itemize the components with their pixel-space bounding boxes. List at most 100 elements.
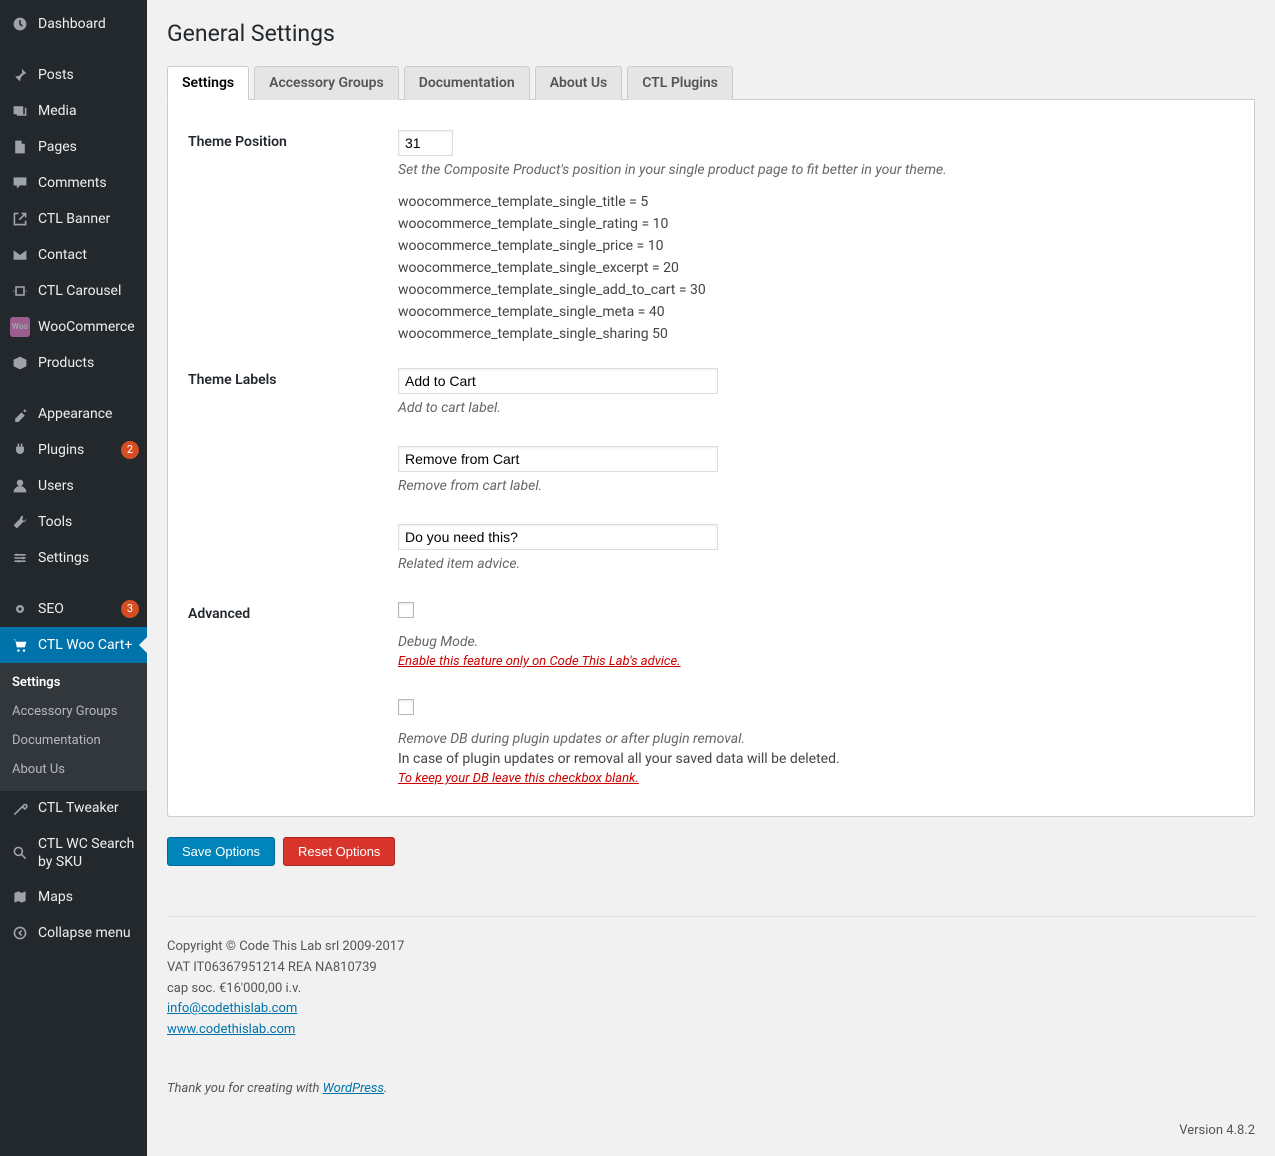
reset-button[interactable]: Reset Options bbox=[283, 837, 395, 866]
dashboard-icon bbox=[10, 14, 30, 34]
sidebar-submenu: SettingsAccessory GroupsDocumentationAbo… bbox=[0, 663, 147, 791]
save-button[interactable]: Save Options bbox=[167, 837, 275, 866]
tab-accessory-groups[interactable]: Accessory Groups bbox=[254, 66, 399, 100]
footer-thankyou: Thank you for creating with WordPress. bbox=[167, 1081, 1255, 1096]
footer-version: Version 4.8.2 bbox=[1179, 1123, 1255, 1138]
footer-cap: cap soc. €16'000,00 i.v. bbox=[167, 979, 1255, 1000]
hook-entry: woocommerce_template_single_meta = 40 bbox=[398, 304, 1234, 320]
sidebar-item-label: Maps bbox=[38, 888, 139, 906]
debug-mode-desc: Debug Mode. bbox=[398, 634, 1234, 650]
cart-icon bbox=[10, 635, 30, 655]
badge: 3 bbox=[121, 600, 139, 618]
sidebar-item-settings[interactable]: Settings bbox=[0, 540, 147, 576]
sidebar-item-posts[interactable]: Posts bbox=[0, 57, 147, 93]
tab-documentation[interactable]: Documentation bbox=[404, 66, 530, 100]
footer-email-link[interactable]: info@codethislab.com bbox=[167, 1001, 297, 1016]
settings-tabs: SettingsAccessory GroupsDocumentationAbo… bbox=[167, 65, 1255, 100]
row-theme-position: Theme Position Set the Composite Product… bbox=[188, 120, 1234, 358]
carousel-icon bbox=[10, 281, 30, 301]
advanced-label: Advanced bbox=[188, 602, 398, 786]
footer-vat: VAT IT06367951214 REA NA810739 bbox=[167, 958, 1255, 979]
sidebar-item-label: Products bbox=[38, 354, 139, 372]
wordpress-link[interactable]: WordPress bbox=[323, 1081, 384, 1096]
pages-icon bbox=[10, 137, 30, 157]
tweaker-icon bbox=[10, 799, 30, 819]
tab-settings[interactable]: Settings bbox=[167, 66, 249, 100]
tab-ctl-plugins[interactable]: CTL Plugins bbox=[627, 66, 733, 100]
sidebar-item-ctl-woo-cart-[interactable]: CTL Woo Cart+ bbox=[0, 627, 147, 663]
products-icon bbox=[10, 353, 30, 373]
sidebar-item-media[interactable]: Media bbox=[0, 93, 147, 129]
remove-db-note: In case of plugin updates or removal all… bbox=[398, 751, 1234, 767]
main-content: General Settings SettingsAccessory Group… bbox=[147, 0, 1275, 1156]
footer-info: Copyright © Code This Lab srl 2009-2017 … bbox=[167, 937, 1255, 1041]
pin-icon bbox=[10, 65, 30, 85]
hook-entry: woocommerce_template_single_add_to_cart … bbox=[398, 282, 1234, 298]
sidebar-item-label: Appearance bbox=[38, 405, 139, 423]
hook-entry: woocommerce_template_single_title = 5 bbox=[398, 194, 1234, 210]
remove-db-desc: Remove DB during plugin updates or after… bbox=[398, 731, 1234, 747]
sidebar-item-label: CTL Banner bbox=[38, 210, 139, 228]
sidebar-item-woocommerce[interactable]: WooWooCommerce bbox=[0, 309, 147, 345]
sidebar-item-ctl-banner[interactable]: CTL Banner bbox=[0, 201, 147, 237]
footer-copyright: Copyright © Code This Lab srl 2009-2017 bbox=[167, 937, 1255, 958]
debug-mode-checkbox[interactable] bbox=[398, 602, 414, 618]
hook-list: woocommerce_template_single_title = 5 woo… bbox=[398, 194, 1234, 342]
mail-icon bbox=[10, 245, 30, 265]
debug-mode-warn: Enable this feature only on Code This La… bbox=[398, 654, 1234, 669]
appearance-icon bbox=[10, 404, 30, 424]
form-actions: Save Options Reset Options bbox=[167, 837, 1255, 866]
sidebar-item-label: Tools bbox=[38, 513, 139, 531]
collapse-icon bbox=[10, 923, 30, 943]
sidebar-item-label: WooCommerce bbox=[38, 318, 139, 336]
add-to-cart-desc: Add to cart label. bbox=[398, 400, 1234, 416]
sidebar-item-maps[interactable]: Maps bbox=[0, 879, 147, 915]
admin-sidebar: Dashboard Posts Media Pages Comments CTL Bann… bbox=[0, 0, 147, 1156]
submenu-item-about-us[interactable]: About Us bbox=[0, 756, 147, 785]
row-theme-labels: Theme Labels Add to cart label. Remove f… bbox=[188, 358, 1234, 592]
submenu-item-settings[interactable]: Settings bbox=[0, 669, 147, 698]
sidebar-item-tools[interactable]: Tools bbox=[0, 504, 147, 540]
add-to-cart-input[interactable] bbox=[398, 368, 718, 394]
sidebar-item-seo[interactable]: SEO3 bbox=[0, 591, 147, 627]
sidebar-item-label: CTL Carousel bbox=[38, 282, 139, 300]
sidebar-item-label: Dashboard bbox=[38, 15, 139, 33]
sidebar-item-label: CTL WC Search by SKU bbox=[38, 835, 139, 871]
sidebar-item-label: SEO bbox=[38, 600, 117, 618]
hook-entry: woocommerce_template_single_excerpt = 20 bbox=[398, 260, 1234, 276]
maps-icon bbox=[10, 887, 30, 907]
theme-position-desc: Set the Composite Product's position in … bbox=[398, 162, 1234, 178]
sidebar-item-products[interactable]: Products bbox=[0, 345, 147, 381]
related-item-input[interactable] bbox=[398, 524, 718, 550]
sidebar-item-contact[interactable]: Contact bbox=[0, 237, 147, 273]
seo-icon bbox=[10, 599, 30, 619]
sidebar-item-collapse-menu[interactable]: Collapse menu bbox=[0, 915, 147, 951]
remove-db-checkbox[interactable] bbox=[398, 699, 414, 715]
sidebar-item-ctl-wc-search-by-sku[interactable]: CTL WC Search by SKU bbox=[0, 827, 147, 879]
submenu-item-documentation[interactable]: Documentation bbox=[0, 727, 147, 756]
sidebar-item-plugins[interactable]: Plugins2 bbox=[0, 432, 147, 468]
sidebar-item-comments[interactable]: Comments bbox=[0, 165, 147, 201]
sidebar-item-ctl-carousel[interactable]: CTL Carousel bbox=[0, 273, 147, 309]
sidebar-item-users[interactable]: Users bbox=[0, 468, 147, 504]
sidebar-item-label: Plugins bbox=[38, 441, 117, 459]
comments-icon bbox=[10, 173, 30, 193]
submenu-item-accessory-groups[interactable]: Accessory Groups bbox=[0, 698, 147, 727]
remove-from-cart-input[interactable] bbox=[398, 446, 718, 472]
sidebar-item-ctl-tweaker[interactable]: CTL Tweaker bbox=[0, 791, 147, 827]
sidebar-item-pages[interactable]: Pages bbox=[0, 129, 147, 165]
sidebar-item-dashboard[interactable]: Dashboard bbox=[0, 6, 147, 42]
footer-site-link[interactable]: www.codethislab.com bbox=[167, 1022, 295, 1037]
theme-position-input[interactable] bbox=[398, 130, 453, 156]
badge: 2 bbox=[121, 441, 139, 459]
page-title: General Settings bbox=[167, 20, 1255, 47]
media-icon bbox=[10, 101, 30, 121]
remove-db-warn: To keep your DB leave this checkbox blan… bbox=[398, 771, 1234, 786]
hook-entry: woocommerce_template_single_sharing 50 bbox=[398, 326, 1234, 342]
row-advanced: Advanced Debug Mode. Enable this feature… bbox=[188, 592, 1234, 796]
sidebar-item-label: Pages bbox=[38, 138, 139, 156]
sidebar-item-appearance[interactable]: Appearance bbox=[0, 396, 147, 432]
settings-icon bbox=[10, 548, 30, 568]
tab-about-us[interactable]: About Us bbox=[535, 66, 623, 100]
sidebar-item-label: Posts bbox=[38, 66, 139, 84]
